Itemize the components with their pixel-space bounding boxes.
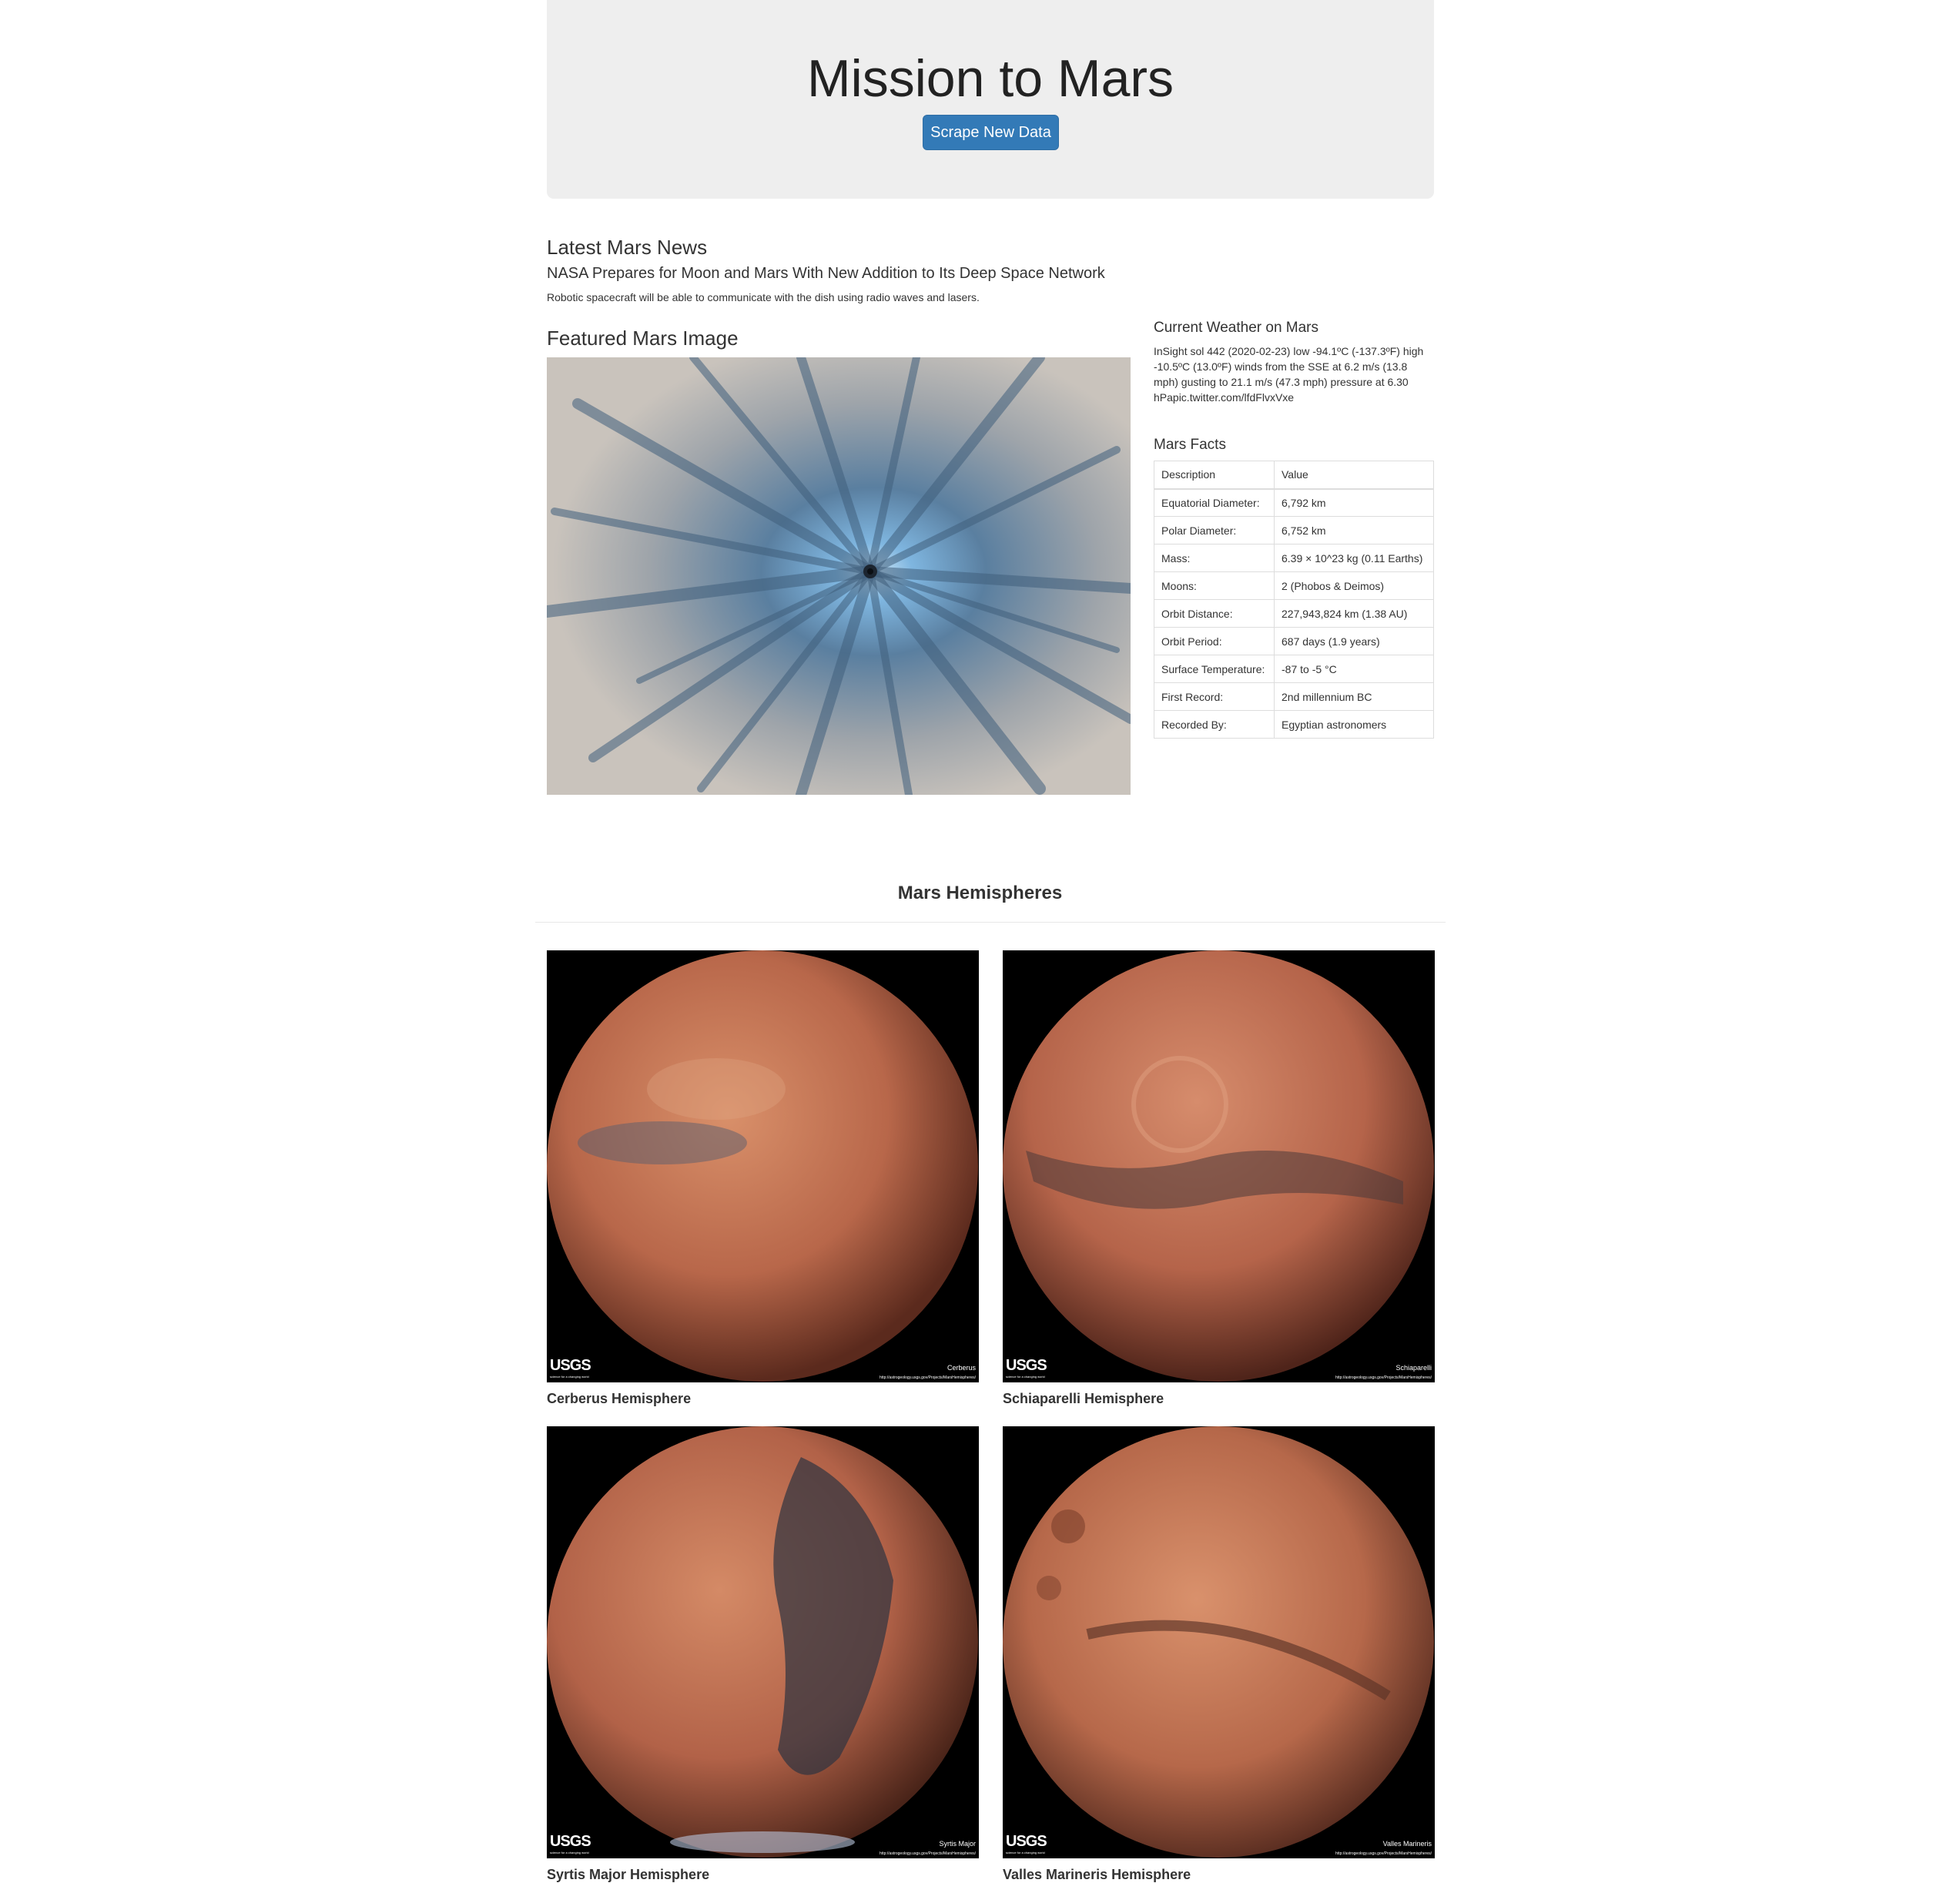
news-title: NASA Prepares for Moon and Mars With New…	[547, 265, 1105, 282]
image-url-text: http://astrogeology.usgs.gov/Projects/Ma…	[879, 1375, 976, 1380]
table-row: Moons: 2 (Phobos & Deimos)	[1154, 571, 1434, 600]
jumbotron: Mission to Mars Scrape New Data	[547, 0, 1434, 199]
fact-value: 6,752 km	[1274, 516, 1434, 544]
page: Mission to Mars Scrape New Data Latest M…	[0, 0, 1960, 1882]
fact-value: Egyptian astronomers	[1274, 710, 1434, 739]
fact-value: 6.39 × 10^23 kg (0.11 Earths)	[1274, 544, 1434, 572]
table-row: Polar Diameter: 6,752 km	[1154, 516, 1434, 544]
hemisphere-image-cerberus[interactable]: USGS science for a changing world Cerberu…	[547, 950, 979, 1382]
news-header: Latest Mars News	[547, 236, 708, 259]
fact-label: First Record:	[1154, 682, 1275, 711]
fact-label: Equatorial Diameter:	[1154, 488, 1275, 517]
usgs-logo: USGS science for a changing world	[550, 1357, 591, 1379]
table-row: Orbit Distance: 227,943,824 km (1.38 AU)	[1154, 599, 1434, 628]
fact-value: 687 days (1.9 years)	[1274, 627, 1434, 655]
divider	[535, 922, 1446, 923]
news-teaser: Robotic spacecraft will be able to commu…	[547, 291, 980, 303]
hemisphere-card-syrtis-major: USGS science for a changing world Syrtis …	[547, 1426, 979, 1883]
hemisphere-card-cerberus: USGS science for a changing world Cerberu…	[547, 950, 979, 1407]
table-row: Equatorial Diameter: 6,792 km	[1154, 488, 1434, 517]
image-url-text: http://astrogeology.usgs.gov/Projects/Ma…	[879, 1851, 976, 1856]
hemisphere-image-syrtis-major[interactable]: USGS science for a changing world Syrtis …	[547, 1426, 979, 1858]
column-header: Description	[1154, 461, 1275, 490]
weather-text: InSight sol 442 (2020-02-23) low -94.1ºC…	[1154, 345, 1424, 404]
featured-image-header: Featured Mars Image	[547, 327, 739, 350]
fact-value: 6,792 km	[1274, 488, 1434, 517]
hemisphere-image-schiaparelli[interactable]: USGS science for a changing world Schiapa…	[1003, 950, 1435, 1382]
fact-label: Orbit Period:	[1154, 627, 1275, 655]
table-row: Recorded By: Egyptian astronomers	[1154, 710, 1434, 739]
image-label: Schiaparelli	[1395, 1364, 1432, 1372]
table-row: First Record: 2nd millennium BC	[1154, 682, 1434, 711]
usgs-logo: USGS science for a changing world	[1006, 1833, 1047, 1855]
image-label: Syrtis Major	[939, 1840, 976, 1848]
fact-value: -87 to -5 °C	[1274, 655, 1434, 683]
mars-facts-table: Description Value Equatorial Diameter: 6,…	[1154, 461, 1434, 739]
hemispheres-header: Mars Hemispheres	[897, 883, 1063, 903]
hemisphere-title: Cerberus Hemisphere	[547, 1391, 692, 1406]
fact-value: 2 (Phobos & Deimos)	[1274, 571, 1434, 600]
table-header-row: Description Value	[1154, 461, 1434, 490]
table-row: Mass: 6.39 × 10^23 kg (0.11 Earths)	[1154, 544, 1434, 572]
fact-label: Moons:	[1154, 571, 1275, 600]
hemisphere-title: Valles Marineris Hemisphere	[1003, 1867, 1191, 1882]
usgs-logo: USGS science for a changing world	[550, 1833, 591, 1855]
fact-label: Mass:	[1154, 544, 1275, 572]
fact-value: 2nd millennium BC	[1274, 682, 1434, 711]
image-label: Valles Marineris	[1382, 1840, 1432, 1848]
page-title: Mission to Mars	[806, 49, 1174, 108]
image-label: Cerberus	[946, 1364, 976, 1372]
facts-header: Mars Facts	[1154, 437, 1226, 453]
image-url-text: http://astrogeology.usgs.gov/Projects/Ma…	[1335, 1851, 1432, 1856]
hemisphere-image-valles-marineris[interactable]: USGS science for a changing world Valles …	[1003, 1426, 1435, 1858]
fact-label: Surface Temperature:	[1154, 655, 1275, 683]
hemisphere-card-schiaparelli: USGS science for a changing world Schiapa…	[1003, 950, 1435, 1407]
hemisphere-title: Schiaparelli Hemisphere	[1003, 1391, 1164, 1406]
fact-label: Orbit Distance:	[1154, 599, 1275, 628]
table-row: Surface Temperature: -87 to -5 °C	[1154, 655, 1434, 683]
hemisphere-card-valles-marineris: USGS science for a changing world Valles …	[1003, 1426, 1435, 1883]
fact-label: Recorded By:	[1154, 710, 1275, 739]
fact-value: 227,943,824 km (1.38 AU)	[1274, 599, 1434, 628]
table-row: Orbit Period: 687 days (1.9 years)	[1154, 627, 1434, 655]
scrape-new-data-button[interactable]: Scrape New Data	[923, 115, 1059, 150]
image-url-text: http://astrogeology.usgs.gov/Projects/Ma…	[1335, 1375, 1432, 1380]
featured-mars-image	[547, 357, 1131, 795]
usgs-logo: USGS science for a changing world	[1006, 1357, 1047, 1379]
hemisphere-title: Syrtis Major Hemisphere	[547, 1867, 710, 1882]
column-header: Value	[1274, 461, 1434, 490]
fact-label: Polar Diameter:	[1154, 516, 1275, 544]
weather-header: Current Weather on Mars	[1154, 320, 1319, 336]
